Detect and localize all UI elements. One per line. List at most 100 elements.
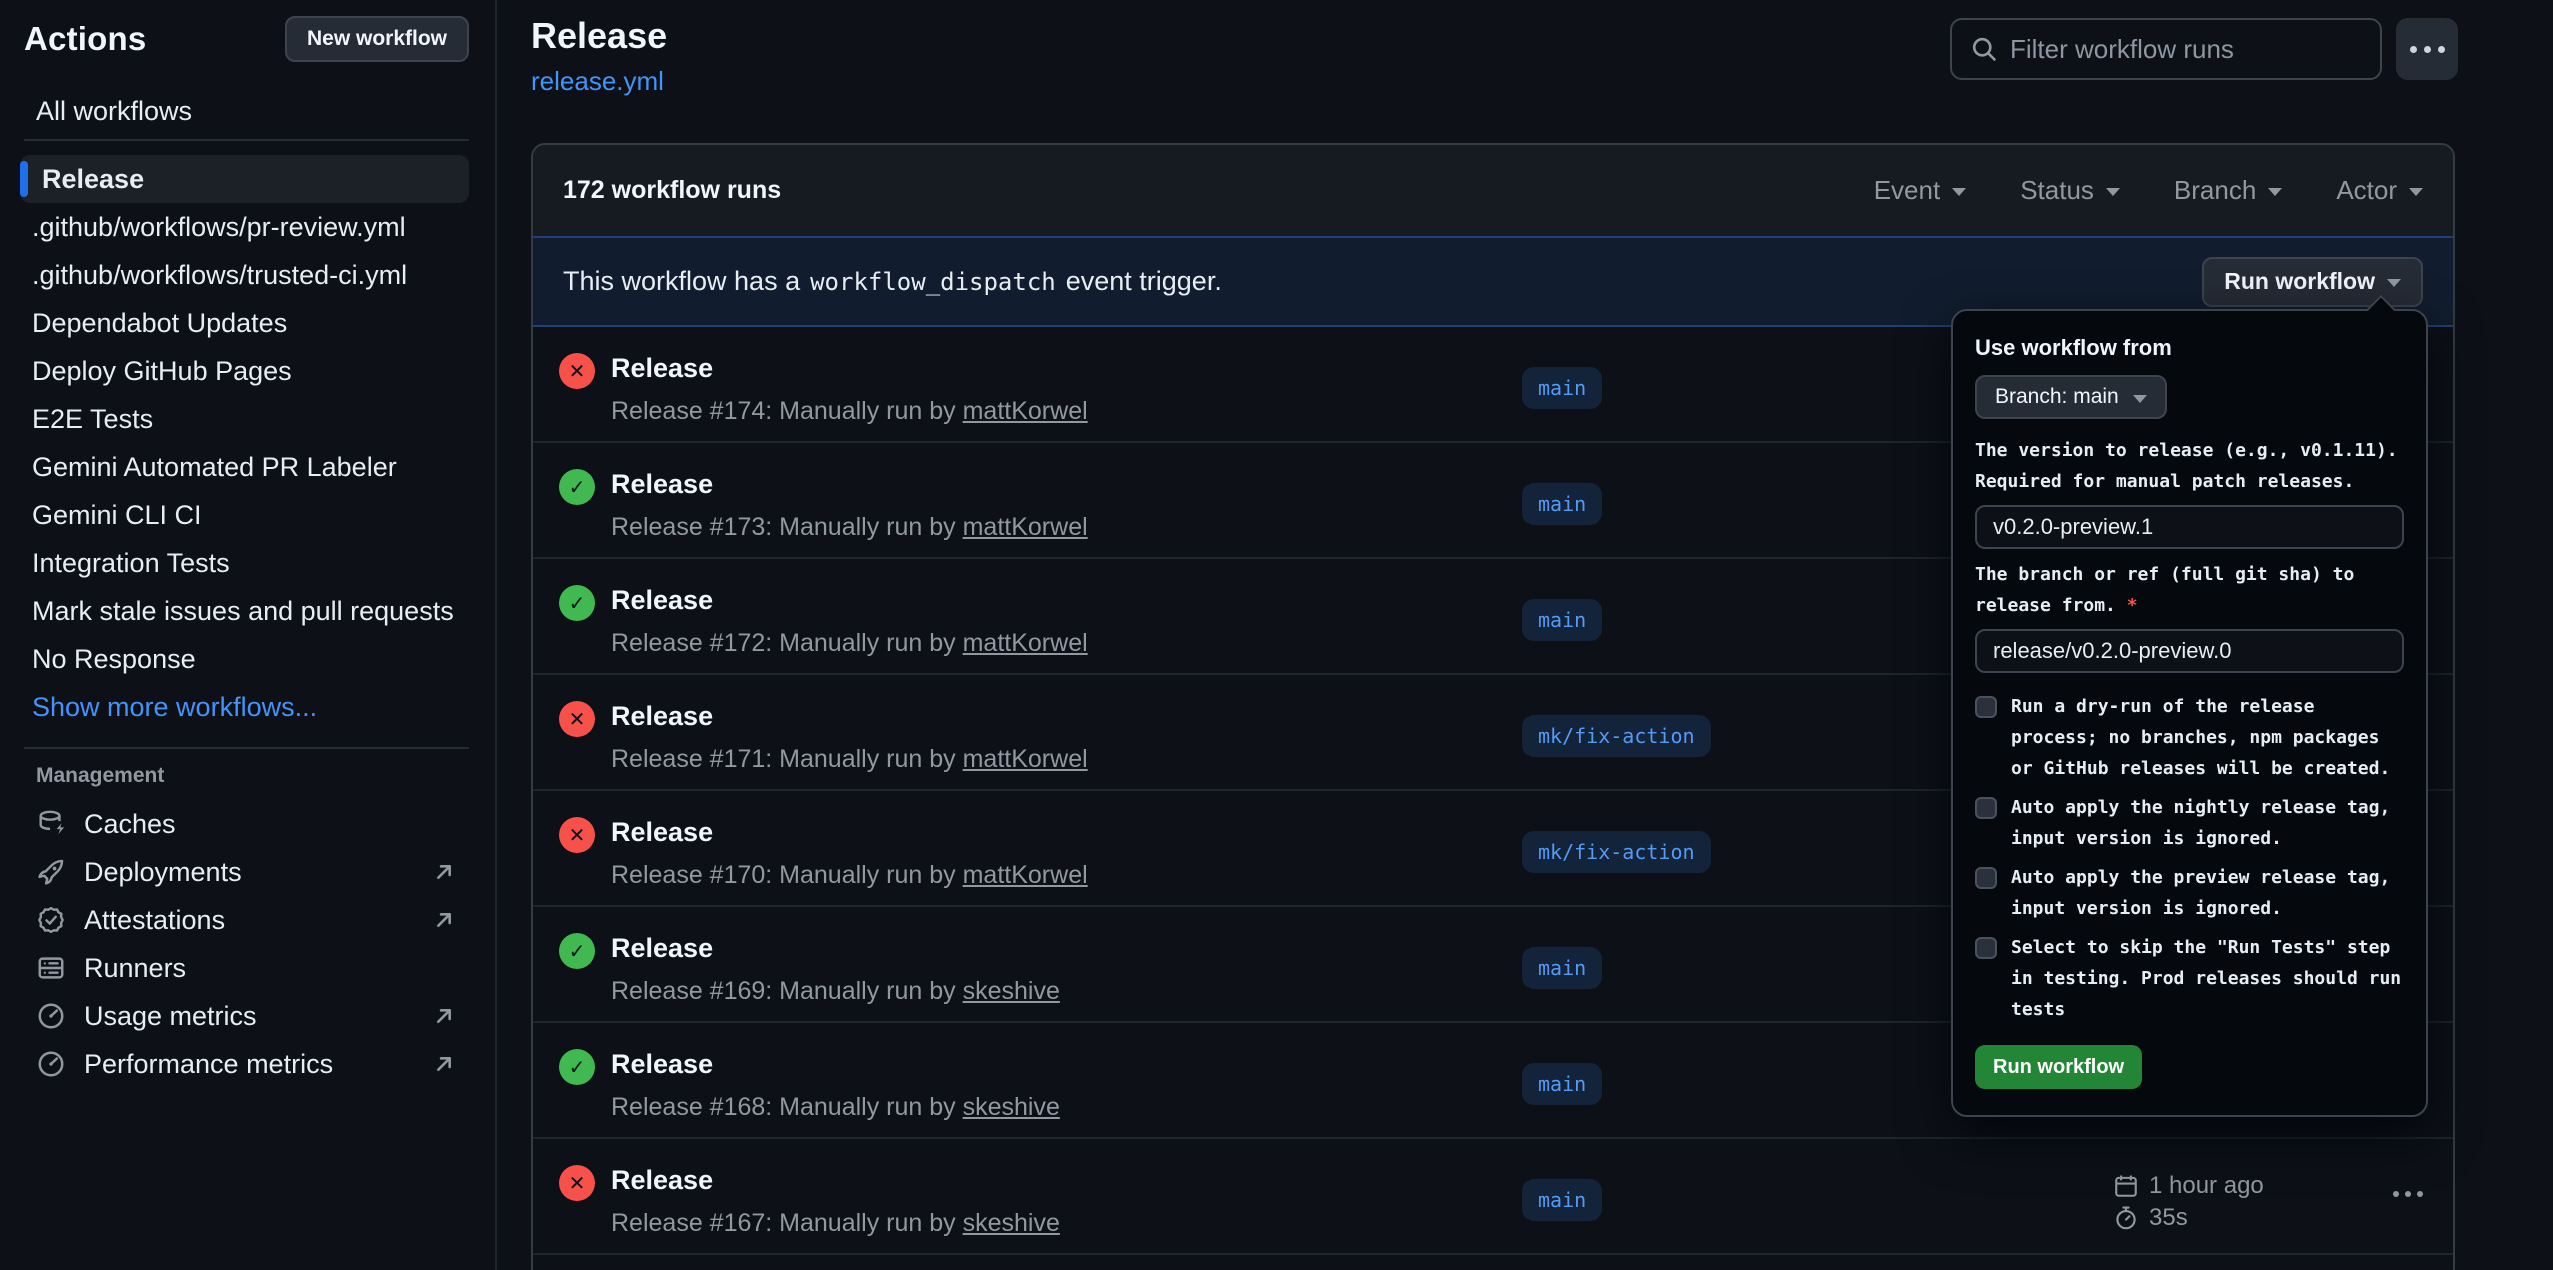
sidebar-item-workflow[interactable]: E2E Tests <box>20 395 469 443</box>
run-link[interactable]: Release <box>611 817 713 848</box>
workflow-item-label: .github/workflows/pr-review.yml <box>32 212 406 243</box>
run-link[interactable]: Release <box>611 469 713 500</box>
run-workflow-dropdown-button[interactable]: Run workflow <box>2202 257 2423 307</box>
actor-link[interactable]: mattKorwel <box>963 513 1088 541</box>
actor-link[interactable]: mattKorwel <box>963 745 1088 773</box>
banner-text-suffix: event trigger. <box>1066 266 1222 296</box>
kebab-dot <box>2410 46 2417 53</box>
filter-actor[interactable]: Actor <box>2336 175 2423 206</box>
checkbox[interactable] <box>1975 696 1997 718</box>
run-more-options-button[interactable] <box>2393 1191 2423 1197</box>
run-description: Release #171: Manually run by mattKorwel <box>611 745 1088 774</box>
branch-label[interactable]: main <box>1522 1063 1602 1105</box>
run-description-text: Release #171: Manually run by <box>611 745 963 773</box>
sidebar-item-workflow[interactable]: Dependabot Updates <box>20 299 469 347</box>
checkbox[interactable] <box>1975 797 1997 819</box>
run-link[interactable]: Release <box>611 585 713 616</box>
run-description: Release #170: Manually run by mattKorwel <box>611 861 1088 890</box>
gauge-icon <box>36 1001 66 1031</box>
management-item-label: Attestations <box>84 905 225 936</box>
branch-label[interactable]: main <box>1522 947 1602 989</box>
cache-icon <box>36 809 66 839</box>
filter-event[interactable]: Event <box>1874 175 1967 206</box>
run-link[interactable]: Release <box>611 933 713 964</box>
run-description: Release #173: Manually run by mattKorwel <box>611 513 1088 542</box>
use-workflow-from-label: Use workflow from <box>1975 335 2404 361</box>
sidebar-item-workflow[interactable]: No Response <box>20 635 469 683</box>
sidebar-item-deployments[interactable]: Deployments <box>24 848 469 896</box>
sidebar-item-workflow[interactable]: .github/workflows/pr-review.yml <box>20 203 469 251</box>
ref-input[interactable] <box>1975 629 2404 673</box>
sidebar-item-workflow[interactable]: Deploy GitHub Pages <box>20 347 469 395</box>
run-link[interactable]: Release <box>611 1165 713 1196</box>
checkbox[interactable] <box>1975 867 1997 889</box>
kebab-dot <box>2438 46 2445 53</box>
branch-label[interactable]: mk/fix-action <box>1522 715 1711 757</box>
kebab-dot <box>2405 1191 2411 1197</box>
run-description: Release #169: Manually run by skeshive <box>611 977 1060 1006</box>
run-description-text: Release #172: Manually run by <box>611 629 963 657</box>
banner-code: workflow_dispatch <box>810 268 1056 296</box>
run-duration: 35s <box>2113 1203 2264 1233</box>
actions-sidebar: Actions New workflow All workflows Relea… <box>0 0 497 1270</box>
run-link[interactable]: Release <box>611 1049 713 1080</box>
workflow-item-label: Release <box>42 164 144 195</box>
sidebar-item-workflow[interactable]: Release <box>20 155 469 203</box>
run-description: Release #174: Manually run by mattKorwel <box>611 397 1088 426</box>
branch-label[interactable]: main <box>1522 1179 1602 1221</box>
check-circle-icon: ✓ <box>559 469 595 505</box>
run-description-text: Release #170: Manually run by <box>611 861 963 889</box>
actor-link[interactable]: mattKorwel <box>963 861 1088 889</box>
show-more-workflows-link[interactable]: Show more workflows... <box>20 683 469 731</box>
filter-label: Event <box>1874 175 1941 206</box>
actor-link[interactable]: skeshive <box>963 977 1060 1005</box>
runs-count: 172 workflow runs <box>563 176 781 205</box>
workflow-more-options-button[interactable] <box>2396 18 2458 80</box>
verified-icon <box>36 905 66 935</box>
sidebar-item-all-workflows[interactable]: All workflows <box>24 88 469 134</box>
sidebar-item-workflow[interactable]: Gemini CLI CI <box>20 491 469 539</box>
external-link-icon <box>431 859 457 885</box>
sidebar-item-workflow[interactable]: Integration Tests <box>20 539 469 587</box>
sidebar-item-attestations[interactable]: Attestations <box>24 896 469 944</box>
external-link-icon <box>431 1003 457 1029</box>
checkbox[interactable] <box>1975 937 1997 959</box>
sidebar-item-workflow[interactable]: Mark stale issues and pull requests <box>20 587 469 635</box>
sidebar-item-runners[interactable]: Runners <box>24 944 469 992</box>
branch-label[interactable]: main <box>1522 483 1602 525</box>
chevron-down-icon <box>2409 188 2423 196</box>
branch-label[interactable]: main <box>1522 367 1602 409</box>
filter-workflow-runs-input[interactable] <box>1952 20 2380 78</box>
actor-link[interactable]: skeshive <box>963 1209 1060 1237</box>
filter-status[interactable]: Status <box>2020 175 2120 206</box>
workflow-run-row: ✕ReleaseRelease #167: Manually run by sk… <box>533 1139 2453 1255</box>
ref-description-text: The branch or ref (full git sha) to rele… <box>1975 564 2354 616</box>
workflow-file-link[interactable]: release.yml <box>531 66 664 97</box>
filter-branch[interactable]: Branch <box>2174 175 2282 206</box>
branch-label[interactable]: mk/fix-action <box>1522 831 1711 873</box>
run-description: Release #172: Manually run by mattKorwel <box>611 629 1088 658</box>
workflow-item-label: Mark stale issues and pull requests <box>32 596 454 627</box>
management-item-label: Runners <box>84 953 186 984</box>
sidebar-item-usage-metrics[interactable]: Usage metrics <box>24 992 469 1040</box>
sidebar-item-workflow[interactable]: Gemini Automated PR Labeler <box>20 443 469 491</box>
actor-link[interactable]: mattKorwel <box>963 629 1088 657</box>
new-workflow-button[interactable]: New workflow <box>285 16 469 62</box>
actor-link[interactable]: skeshive <box>963 1093 1060 1121</box>
version-input[interactable] <box>1975 505 2404 549</box>
branch-label[interactable]: main <box>1522 599 1602 641</box>
workflow-item-label: Dependabot Updates <box>32 308 287 339</box>
actor-link[interactable]: mattKorwel <box>963 397 1088 425</box>
branch-selector-button[interactable]: Branch: main <box>1975 375 2167 419</box>
sidebar-item-workflow[interactable]: .github/workflows/trusted-ci.yml <box>20 251 469 299</box>
run-description-text: Release #168: Manually run by <box>611 1093 963 1121</box>
sidebar-item-caches[interactable]: Caches <box>24 800 469 848</box>
run-link[interactable]: Release <box>611 353 713 384</box>
rocket-icon <box>36 857 66 887</box>
required-asterisk: * <box>2127 595 2138 616</box>
sidebar-item-performance-metrics[interactable]: Performance metrics <box>24 1040 469 1088</box>
run-link[interactable]: Release <box>611 701 713 732</box>
runs-filters: Event Status Branch Actor <box>1874 175 2423 206</box>
external-link-icon <box>431 1051 457 1077</box>
run-workflow-submit-button[interactable]: Run workflow <box>1975 1045 2142 1089</box>
